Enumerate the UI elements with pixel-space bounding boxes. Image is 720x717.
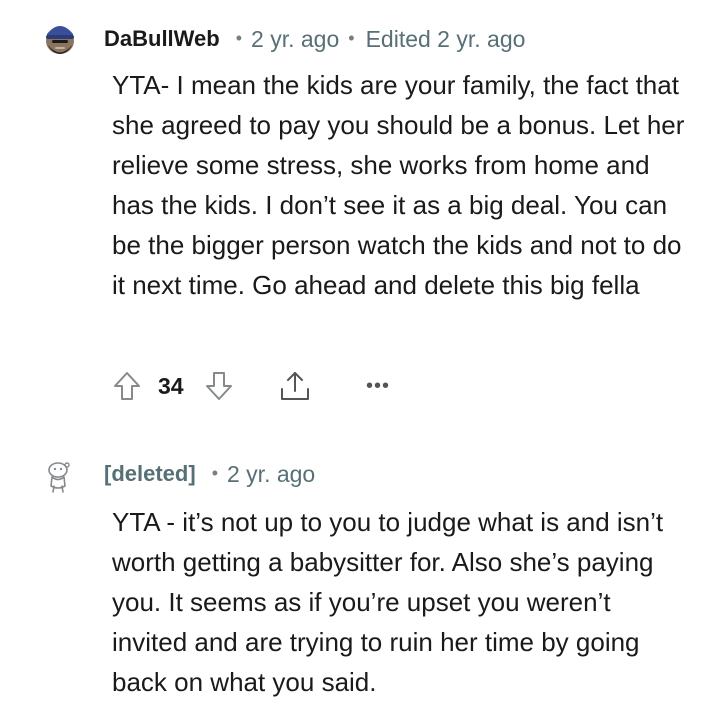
share-icon[interactable]: [276, 366, 314, 406]
edited-label: Edited 2 yr. ago: [365, 25, 526, 52]
comment-actions: 34 •••: [110, 366, 410, 406]
vote-score: 34: [158, 372, 184, 399]
comment-meta: DaBullWeb • 2 yr. ago • Edited 2 yr. ago: [104, 24, 525, 54]
comment-meta: [deleted] • 2 yr. ago: [104, 459, 315, 489]
separator-dot: •: [211, 462, 218, 483]
avatar-bearded-man-icon[interactable]: [40, 18, 80, 58]
comment-body: YTA- I mean the kids are your family, th…: [112, 70, 685, 300]
username-link[interactable]: DaBullWeb: [104, 26, 220, 52]
deleted-user-avatar-icon: [40, 456, 80, 496]
separator-dot: •: [348, 27, 355, 48]
timestamp[interactable]: 2 yr. ago: [251, 26, 339, 53]
downvote-arrow-icon[interactable]: [202, 366, 236, 406]
username-deleted: [deleted]: [104, 461, 196, 486]
separator-dot: •: [235, 27, 243, 48]
upvote-arrow-icon[interactable]: [110, 366, 144, 406]
comment-body: YTA - it’s not up to you to judge what i…: [112, 507, 664, 697]
more-options-icon[interactable]: •••: [362, 366, 394, 406]
timestamp[interactable]: 2 yr. ago: [227, 461, 315, 488]
